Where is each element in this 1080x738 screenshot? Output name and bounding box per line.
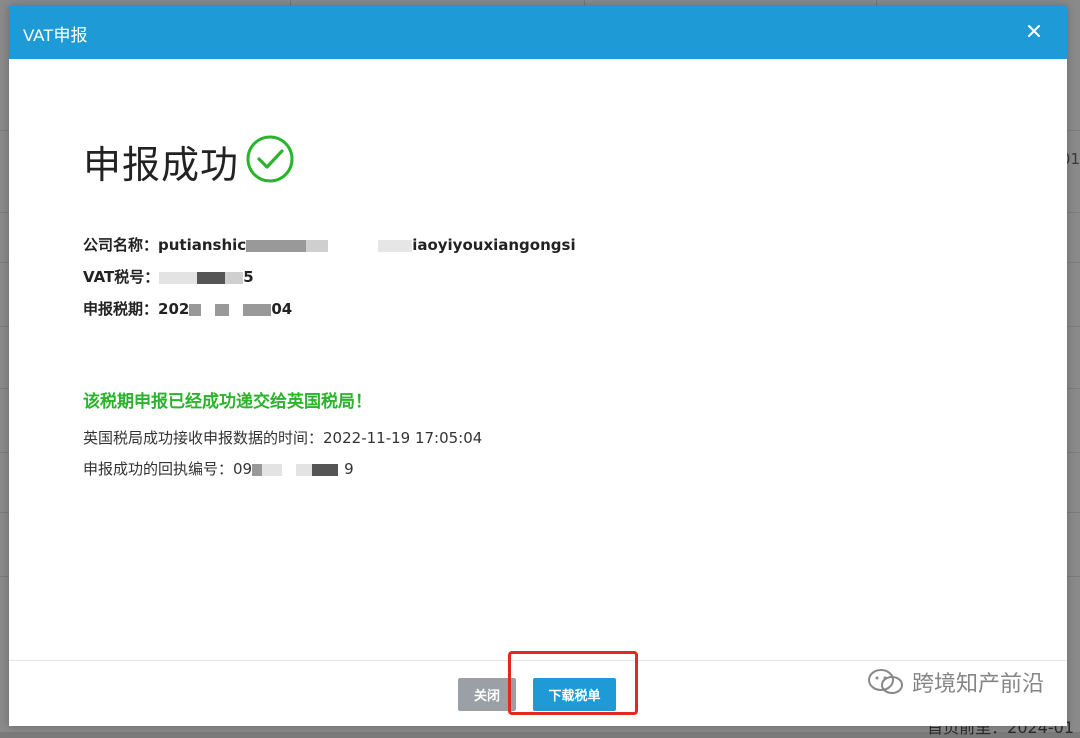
company-name-label: 公司名称：: [83, 236, 159, 254]
receipt-number-label: 申报成功的回执编号：: [83, 460, 234, 478]
tax-period-row: 申报税期：202 04: [83, 298, 292, 319]
annotation-highlight-box: [508, 651, 638, 715]
redaction-block: [328, 239, 379, 252]
watermark-text: 跨境知产前沿: [911, 672, 1044, 697]
redaction-block: [312, 463, 339, 476]
redaction-block: [215, 303, 230, 316]
vat-number-row: VAT税号： 5: [83, 266, 254, 287]
redaction-block: [243, 303, 272, 316]
redaction-block: [378, 239, 413, 252]
submission-success-message: 该税期申报已经成功递交给英国税局！: [83, 392, 372, 412]
redaction-block: [282, 463, 297, 476]
tax-period-value-start: 202: [158, 300, 190, 318]
close-icon[interactable]: [1021, 18, 1047, 44]
dialog-header: VAT申报: [9, 6, 1067, 59]
received-time-value: 2022-11-19 17:05:04: [323, 429, 483, 447]
wechat-icon: [867, 669, 903, 694]
company-name-value-end: iaoyiyouxiangongsi: [412, 236, 576, 254]
redaction-block: [296, 463, 313, 476]
vat-number-label: VAT税号：: [83, 268, 160, 286]
redaction-block: [159, 271, 198, 284]
receipt-number-value-start: 09: [233, 460, 253, 478]
check-circle-icon: [246, 135, 294, 183]
tax-period-value-end: 04: [271, 300, 293, 318]
received-time-row: 英国税局成功接收申报数据的时间：2022-11-19 17:05:04: [83, 427, 482, 448]
redaction-block: [197, 271, 226, 284]
company-name-row: 公司名称：putianshic iaoyiyouxiangongsi: [83, 234, 576, 255]
vat-filing-dialog: VAT申报 申报成功 公司名称：putianshic iaoyiyouxiango…: [9, 6, 1067, 726]
redaction-block: [306, 239, 329, 252]
redaction-block: [189, 303, 202, 316]
redaction-block: [246, 239, 307, 252]
received-time-label: 英国税局成功接收申报数据的时间：: [83, 429, 324, 447]
receipt-number-row: 申报成功的回执编号：09 9: [83, 458, 354, 479]
success-heading: 申报成功: [83, 143, 240, 187]
redaction-block: [229, 303, 244, 316]
receipt-number-value-end: 9: [344, 460, 354, 478]
dialog-title: VAT申报: [23, 26, 88, 45]
vat-number-value-end: 5: [243, 268, 254, 286]
redaction-block: [201, 303, 216, 316]
redaction-block: [262, 463, 283, 476]
tax-period-label: 申报税期：: [83, 300, 159, 318]
redaction-block: [252, 463, 263, 476]
watermark: 跨境知产前沿: [866, 666, 1044, 698]
company-name-value-start: putianshic: [158, 236, 247, 254]
redaction-block: [225, 271, 244, 284]
